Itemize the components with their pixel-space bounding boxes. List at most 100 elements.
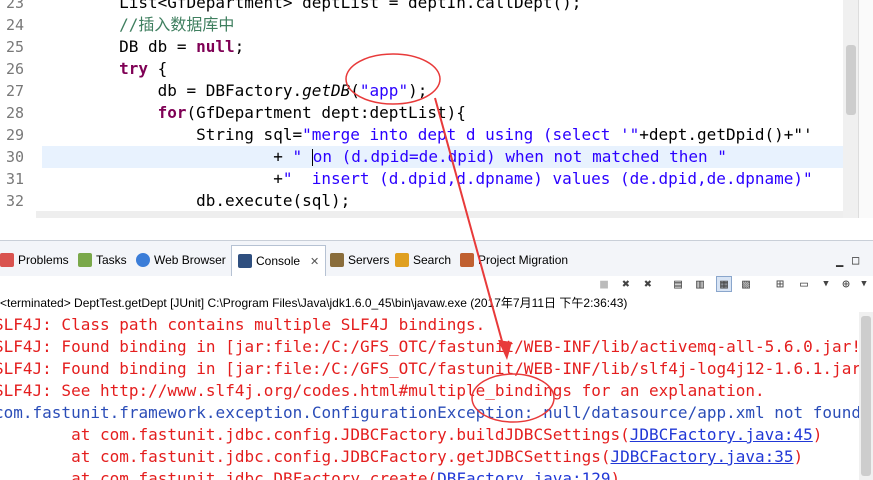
line-number-gutter: 23 24 25 26 27 28 29 30 31 32 [0, 0, 36, 212]
code-line[interactable]: for(GfDepartment dept:deptList){ [42, 102, 843, 124]
code-text: ); [408, 81, 428, 100]
code-area[interactable]: List<GfDepartment> deptList = deptIn.cal… [42, 0, 843, 218]
overview-ruler[interactable] [858, 0, 873, 218]
view-menu-icon[interactable]: ▼ [856, 276, 872, 292]
remove-launch-icon[interactable]: ✖ [618, 276, 634, 292]
code-text: db = DBFactory. [157, 81, 303, 100]
code-text: + [273, 147, 293, 166]
code-line[interactable]: db = DBFactory.getDB("app"); [42, 80, 843, 102]
tab-label: Search [413, 253, 452, 267]
code-string: on (d.dpid=de.dpid) when not matched the… [312, 147, 727, 166]
pin-console-icon[interactable]: ⊞ [772, 276, 788, 292]
code-comment: //插入数据库中 [119, 15, 235, 34]
console-line: at com.fastunit.jdbc.config.JDBCFactory.… [0, 424, 859, 446]
code-text: +dept.getDpid()+"' [639, 125, 813, 144]
stack-frame: at com.fastunit.jdbc.config.JDBCFactory.… [0, 447, 611, 466]
clear-console-icon[interactable]: ▤ [670, 276, 686, 292]
minimize-icon[interactable]: ▁ [836, 253, 843, 267]
stack-link[interactable]: DBFactory.java:129 [437, 469, 610, 480]
code-keyword: null [196, 37, 235, 56]
servers-icon [330, 253, 344, 267]
code-text: DB db = [119, 37, 197, 56]
line-number: 27 [6, 82, 25, 100]
stack-frame: ) [793, 447, 804, 466]
scroll-lock-icon[interactable]: ▥ [692, 276, 708, 292]
chevron-down-icon[interactable]: ▼ [818, 276, 834, 292]
console-line: SLF4J: See http://www.slf4j.org/codes.ht… [0, 381, 765, 400]
code-line-current[interactable]: + " on (d.dpid=de.dpid) when not matched… [42, 146, 843, 168]
maximize-icon[interactable]: □ [852, 253, 859, 267]
globe-icon [136, 253, 150, 267]
tab-label: Problems [18, 253, 69, 267]
code-text: (GfDepartment dept:deptList){ [186, 103, 466, 122]
code-line[interactable]: List<GfDepartment> deptList = deptIn.cal… [42, 0, 843, 14]
console-status-line: <terminated> DeptTest.getDept [JUnit] C:… [0, 296, 628, 310]
code-line[interactable]: +" insert (d.dpid,d.dpname) values (de.d… [42, 168, 843, 190]
tab-web-browser[interactable]: Web Browser [136, 250, 226, 270]
tab-label: Console [256, 254, 301, 268]
editor-horizontal-scrollbar[interactable] [36, 211, 843, 218]
exception-class[interactable]: com.fastunit.framework.exception.Configu… [0, 403, 859, 422]
code-string: "app" [359, 81, 409, 100]
terminate-icon[interactable]: ■ [596, 276, 612, 292]
line-number: 29 [6, 126, 25, 144]
tab-console[interactable]: Console ✕ [231, 245, 327, 276]
tab-label: Servers [348, 253, 390, 267]
code-line[interactable]: String sql="merge into dept d using (sel… [42, 124, 843, 146]
tab-servers[interactable]: Servers [330, 250, 389, 270]
editor-vertical-scrollbar[interactable] [843, 0, 859, 218]
show-on-output-icon[interactable]: ▦ [716, 276, 732, 292]
stack-frame: at com.fastunit.jdbc.DBFactory.create( [0, 469, 438, 480]
tab-project-migration[interactable]: Project Migration [460, 250, 568, 270]
migration-icon [460, 253, 474, 267]
line-number: 23 [6, 0, 25, 12]
line-number: 28 [6, 104, 25, 122]
search-icon [395, 253, 409, 267]
code-method: getDB [302, 81, 351, 100]
open-console-icon[interactable]: ⊕ [838, 276, 854, 292]
console-line: com.fastunit.framework.exception.Configu… [0, 402, 859, 424]
scrollbar-thumb[interactable] [861, 316, 871, 476]
problems-icon [0, 253, 14, 267]
code-line[interactable]: DB db = null; [42, 36, 843, 58]
code-editor[interactable]: 23 24 25 26 27 28 29 30 31 32 List<GfDep… [0, 0, 873, 218]
code-line[interactable]: try { [42, 58, 843, 80]
line-number: 25 [6, 38, 25, 56]
line-number: 30 [6, 148, 25, 166]
view-tab-bar: Problems Tasks Web Browser Console ✕ Ser… [0, 240, 873, 278]
code-string: "merge into dept d using (select '" [302, 125, 640, 144]
code-line[interactable]: //插入数据库中 [42, 14, 843, 36]
show-on-error-icon[interactable]: ▧ [738, 276, 754, 292]
remove-all-terminated-icon[interactable]: ✖ [640, 276, 656, 292]
tab-tasks[interactable]: Tasks [78, 250, 127, 270]
tab-problems[interactable]: Problems [0, 250, 69, 270]
console-output[interactable]: SLF4J: Class path contains multiple SLF4… [0, 312, 873, 480]
display-console-icon[interactable]: ▭ [796, 276, 812, 292]
code-text: List<GfDepartment> deptList = deptIn.cal… [119, 0, 582, 12]
stack-link[interactable]: JDBCFactory.java:45 [630, 425, 813, 444]
console-line: at com.fastunit.jdbc.DBFactory.create(DB… [0, 468, 859, 480]
close-icon[interactable]: ✕ [310, 255, 319, 268]
stack-frame: ) [610, 469, 621, 480]
tab-label: Web Browser [154, 253, 226, 267]
stack-frame: at com.fastunit.jdbc.config.JDBCFactory.… [0, 425, 630, 444]
code-string: " insert (d.dpid,d.dpname) values (de.dp… [282, 169, 813, 188]
line-number: 31 [6, 170, 25, 188]
code-keyword: try [119, 59, 148, 78]
console-line: SLF4J: Found binding in [jar:file:/C:/GF… [0, 337, 859, 356]
code-string: " [292, 147, 312, 166]
line-number: 26 [6, 60, 25, 78]
code-text: db.execute(sql); [196, 191, 351, 210]
console-line: SLF4J: Found binding in [jar:file:/C:/GF… [0, 359, 859, 378]
console-icon [238, 254, 252, 268]
console-vertical-scrollbar[interactable] [859, 312, 873, 480]
stack-link[interactable]: JDBCFactory.java:35 [611, 447, 794, 466]
console-toolbar: ■ ✖ ✖ ▤ ▥ ▦ ▧ ⊞ ▭ ▼ ⊕ ▼ [0, 276, 873, 294]
code-line[interactable]: db.execute(sql); [42, 190, 843, 212]
tab-label: Project Migration [478, 253, 569, 267]
scrollbar-thumb[interactable] [846, 45, 856, 115]
tab-search[interactable]: Search [395, 250, 451, 270]
code-text: String sql= [196, 125, 303, 144]
console-line: SLF4J: Class path contains multiple SLF4… [0, 315, 486, 334]
line-number: 32 [6, 192, 25, 210]
